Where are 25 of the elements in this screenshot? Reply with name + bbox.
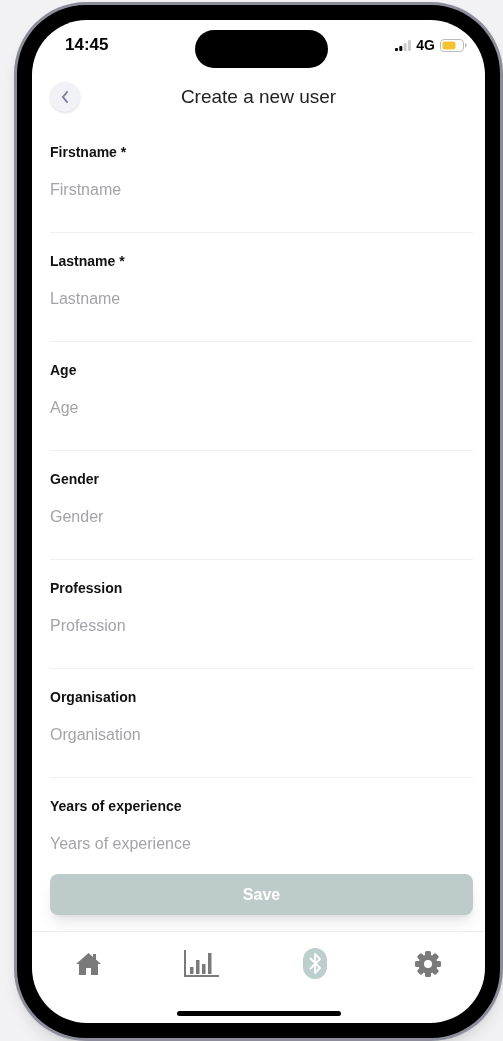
settings-icon [414, 949, 443, 978]
battery-icon [440, 38, 467, 52]
home-icon [75, 951, 103, 976]
field-label: Lastname * [50, 252, 126, 271]
input-field[interactable]: Years of experience [50, 830, 473, 858]
status-time: 14:45 [65, 34, 109, 57]
bar-chart-icon [183, 950, 220, 977]
input-field[interactable]: Age [50, 394, 473, 422]
field-label: Organisation [50, 688, 138, 707]
input-field[interactable]: Firstname [50, 176, 473, 204]
bluetooth-icon [303, 948, 328, 979]
field-label: Gender [50, 470, 100, 489]
chevron-left-icon [61, 91, 69, 103]
field-label: Profession [50, 579, 124, 598]
back-button[interactable] [50, 82, 80, 112]
page-title: Create a new user [179, 84, 338, 109]
field-label: Age [50, 361, 78, 380]
field-label: Years of experience [50, 797, 183, 816]
input-field[interactable]: Profession [50, 612, 473, 640]
input-field[interactable]: Gender [50, 503, 473, 531]
network-label: 4G [416, 35, 435, 55]
input-field[interactable]: Organisation [50, 721, 473, 749]
signal-icon [395, 39, 412, 51]
field-label: Firstname * [50, 143, 128, 162]
input-field[interactable]: Lastname [50, 285, 473, 313]
